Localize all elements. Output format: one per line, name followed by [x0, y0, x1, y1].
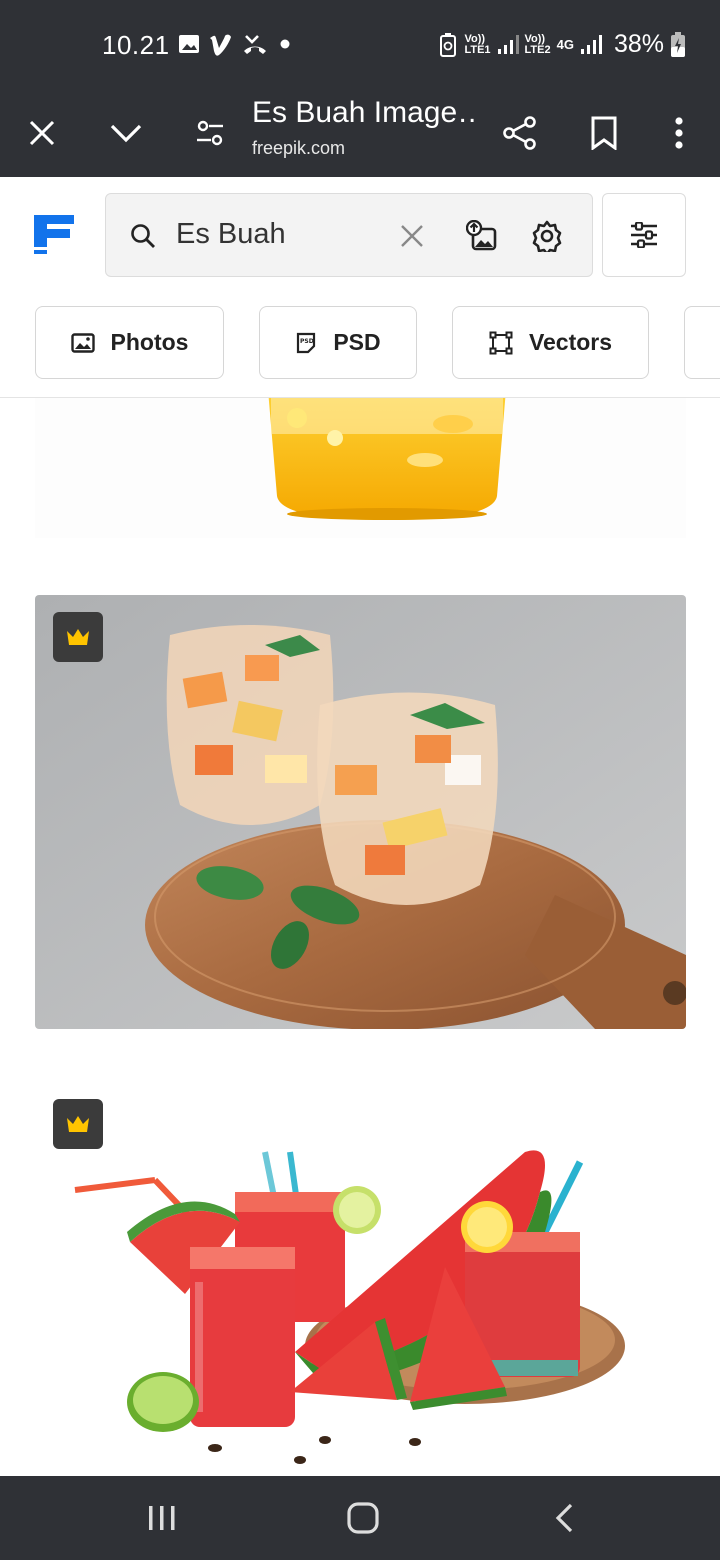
bookmark-icon [591, 116, 617, 150]
result-card[interactable] [35, 595, 686, 1029]
search-header: Es Buah Photos PSD PSD Vectors [0, 177, 720, 398]
image-search-button[interactable] [466, 194, 498, 278]
result-card[interactable] [35, 1082, 686, 1476]
svg-text:PSD: PSD [300, 338, 314, 345]
system-indicators: Vo)) LTE1 Vo)) LTE2 4G 38% [438, 30, 686, 59]
premium-badge [53, 1099, 103, 1149]
more-options-button[interactable] [664, 88, 694, 177]
page-title: Es Buah Image… [252, 96, 478, 129]
signal-icon [497, 34, 519, 54]
status-time: 10.21 [102, 30, 170, 60]
back-icon [555, 1503, 573, 1533]
gallery-icon [179, 35, 199, 53]
result-image-yellow-drink [268, 398, 506, 520]
site-settings-button[interactable] [192, 88, 228, 177]
sim1-label: Vo)) LTE1 [464, 32, 491, 56]
home-button[interactable] [313, 1476, 413, 1560]
missed-call-icon [244, 35, 266, 54]
battery-saver-icon [440, 32, 457, 57]
home-icon [347, 1502, 379, 1534]
sim2-network: 4G [556, 37, 574, 52]
result-card[interactable] [35, 398, 686, 538]
crown-icon [67, 1116, 89, 1132]
close-icon [29, 120, 55, 145]
sim2-label: Vo)) LTE2 [524, 32, 551, 56]
battery-charging-icon [671, 31, 685, 57]
clear-icon [401, 225, 423, 247]
filter-chip-more[interactable] [684, 306, 720, 379]
vector-icon [489, 331, 513, 354]
clear-search-button[interactable] [400, 194, 424, 278]
image-upload-icon [466, 220, 497, 251]
gear-icon [532, 220, 562, 252]
ai-settings-button[interactable] [531, 194, 563, 278]
filter-chip-label: PSD [333, 329, 381, 355]
image-icon [70, 332, 95, 353]
battery-percent: 38% [613, 30, 664, 58]
result-image-es-buah-glasses [35, 595, 686, 1029]
share-icon [503, 115, 536, 150]
share-button[interactable] [500, 88, 540, 177]
filter-chip-vectors[interactable]: Vectors [452, 306, 649, 379]
recents-button[interactable] [112, 1476, 212, 1560]
tune-icon [197, 120, 223, 145]
filter-chip-psd[interactable]: PSD PSD [259, 306, 417, 379]
filter-chip-label: Vectors [528, 329, 613, 355]
status-bar: 10.21 Vo)) LTE1 Vo)) LTE2 4G 38% [0, 0, 720, 88]
search-icon [131, 224, 155, 248]
signal-icon [580, 34, 602, 54]
recents-icon [149, 1506, 175, 1530]
bookmark-button[interactable] [586, 88, 622, 177]
vimeo-icon [210, 34, 231, 56]
sliders-icon [631, 222, 657, 248]
notification-icons [178, 32, 294, 56]
browser-toolbar: Es Buah Image… freepik.com [0, 88, 720, 177]
close-tab-button[interactable] [20, 88, 64, 177]
psd-icon: PSD [297, 332, 316, 353]
search-button[interactable] [130, 194, 156, 278]
premium-badge [53, 612, 103, 662]
crown-icon [67, 629, 89, 645]
filter-chip-photos[interactable]: Photos [35, 306, 224, 379]
search-results [0, 398, 720, 1476]
chevron-down-icon [110, 124, 142, 142]
result-image-watermelon-juice [74, 1150, 625, 1464]
minimize-button[interactable] [104, 88, 148, 177]
page-url: freepik.com [252, 138, 346, 158]
filters-button[interactable] [602, 193, 686, 277]
back-button[interactable] [514, 1476, 614, 1560]
system-nav-bar [0, 1476, 720, 1560]
more-vert-icon [675, 116, 683, 149]
search-input[interactable]: Es Buah [176, 218, 286, 251]
freepik-logo[interactable] [34, 215, 76, 260]
dot-icon [280, 39, 290, 49]
freepik-logo-icon [34, 215, 74, 254]
search-bar: Es Buah [105, 193, 593, 277]
filter-chip-label: Photos [110, 329, 189, 355]
